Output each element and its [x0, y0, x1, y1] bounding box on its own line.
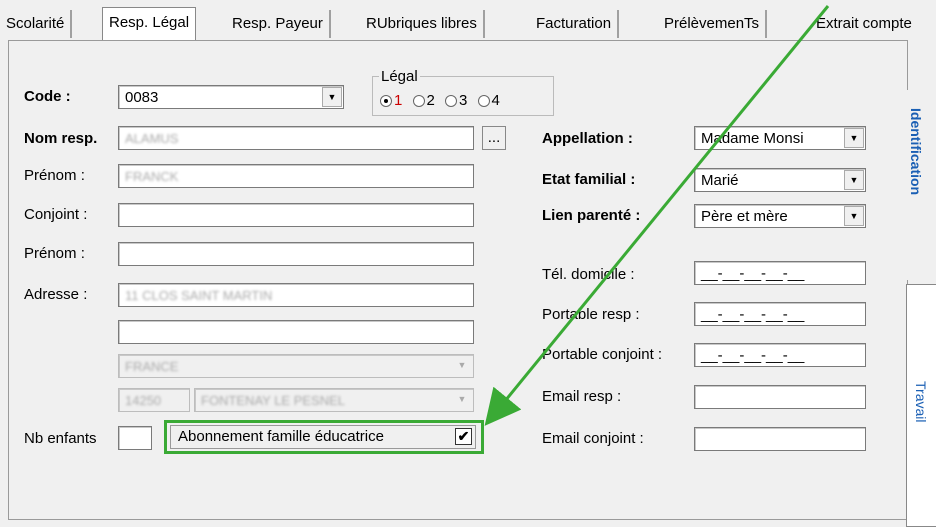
chevron-down-icon[interactable]: ▼: [844, 128, 864, 148]
legal-radio-4[interactable]: 4: [477, 92, 500, 109]
chevron-down-icon[interactable]: ▼: [844, 206, 864, 226]
browse-label: ...: [487, 129, 501, 146]
tel-domicile-label: Tél. domicile :: [542, 266, 635, 283]
side-tab-label: Identification: [908, 108, 924, 196]
adresse2-input[interactable]: [118, 320, 474, 344]
lien-parente-select[interactable]: Père et mère ▼: [694, 204, 866, 228]
tab-scolarite[interactable]: Scolarité: [0, 10, 73, 38]
code-value: 0083: [125, 89, 159, 106]
tab-label: RUbriques libres: [366, 15, 477, 32]
pays-select[interactable]: FRANCE ▼: [118, 354, 474, 378]
side-tab-label: Travail: [913, 381, 929, 423]
checkmark-icon: ✔: [457, 428, 470, 444]
etat-familial-label: Etat familial :: [542, 171, 636, 188]
chevron-down-icon[interactable]: ▼: [322, 87, 342, 107]
email-conjoint-input[interactable]: [694, 427, 866, 451]
chevron-down-icon[interactable]: ▼: [844, 170, 864, 190]
radio-selected-icon: [380, 95, 392, 108]
browse-button[interactable]: ...: [482, 126, 506, 150]
radio-label: 1: [394, 92, 403, 109]
prenom-conjoint-input[interactable]: [118, 242, 474, 266]
portable-conjoint-label: Portable conjoint :: [542, 346, 663, 363]
radio-label: 4: [491, 92, 500, 109]
adresse1-input[interactable]: 11 CLOS SAINT MARTIN: [118, 283, 474, 307]
tab-resp-legal[interactable]: Resp. Légal: [102, 7, 197, 40]
chevron-down-icon[interactable]: ▼: [452, 390, 472, 410]
lien-parente-label: Lien parenté :: [542, 207, 641, 224]
tab-rubriques-libres[interactable]: RUbriques libres: [360, 10, 485, 38]
conjoint-input[interactable]: [118, 203, 474, 227]
radio-label: 2: [426, 92, 435, 109]
code-select[interactable]: 0083 ▼: [118, 85, 344, 109]
tab-label: Resp. Payeur: [232, 15, 323, 32]
tab-facturation[interactable]: Facturation: [530, 10, 620, 38]
prenom-value: FRANCK: [125, 169, 179, 184]
adresse1-value: 11 CLOS SAINT MARTIN: [125, 288, 273, 303]
abonnement-label: Abonnement famille éducatrice: [178, 428, 384, 445]
nb-enfants-label: Nb enfants: [24, 430, 97, 447]
ville-select[interactable]: FONTENAY LE PESNEL ▼: [194, 388, 474, 412]
legal-radio-3[interactable]: 3: [445, 92, 467, 109]
pays-value: FRANCE: [125, 359, 179, 374]
cp-input[interactable]: 14250: [118, 388, 190, 412]
nb-enfants-input[interactable]: [118, 426, 152, 450]
tab-label: Resp. Légal: [109, 14, 190, 31]
appellation-value: Madame Monsi: [701, 130, 804, 147]
legal-legend: Légal: [381, 68, 418, 85]
nom-resp-input[interactable]: ALAMUS: [118, 126, 474, 150]
radio-icon: [477, 95, 490, 108]
cp-value: 14250: [125, 393, 162, 408]
appellation-select[interactable]: Madame Monsi ▼: [694, 126, 866, 150]
prenom-label: Prénom :: [24, 167, 85, 184]
nom-resp-label: Nom resp.: [24, 130, 98, 147]
legal-radio-2[interactable]: 2: [412, 92, 435, 109]
abonnement-checkbox[interactable]: ✔: [455, 428, 472, 445]
prenom-input[interactable]: FRANCK: [118, 164, 474, 188]
tab-label: Extrait compte: [816, 15, 912, 32]
etat-familial-value: Marié: [701, 172, 739, 189]
email-resp-label: Email resp :: [542, 388, 622, 405]
code-label: Code :: [24, 88, 71, 105]
portable-conjoint-value: __-__-__-__-__: [701, 347, 805, 364]
side-tab-identification[interactable]: Identification: [900, 90, 936, 280]
tab-prelevements[interactable]: PrélèvemenTs: [658, 10, 768, 38]
adresse-label: Adresse :: [24, 286, 88, 303]
portable-resp-label: Portable resp :: [542, 306, 640, 323]
tab-resp-payeur[interactable]: Resp. Payeur: [226, 10, 331, 38]
conjoint-label: Conjoint :: [24, 206, 88, 223]
tab-extrait-compte[interactable]: Extrait compte: [810, 10, 918, 38]
portable-conjoint-input[interactable]: __-__-__-__-__: [694, 343, 866, 367]
tab-bar: Scolarité Resp. Légal Resp. Payeur RUbri…: [0, 0, 936, 40]
radio-icon: [445, 95, 458, 108]
lien-parente-value: Père et mère: [701, 208, 788, 225]
radio-label: 3: [459, 92, 468, 109]
etat-familial-select[interactable]: Marié ▼: [694, 168, 866, 192]
ville-value: FONTENAY LE PESNEL: [201, 393, 346, 408]
chevron-down-icon[interactable]: ▼: [452, 356, 472, 376]
radio-icon: [412, 95, 425, 108]
tab-label: PrélèvemenTs: [664, 15, 760, 32]
email-conjoint-label: Email conjoint :: [542, 430, 644, 447]
legal-radio-1[interactable]: 1: [380, 92, 402, 109]
portable-resp-input[interactable]: __-__-__-__-__: [694, 302, 866, 326]
legal-radio-group: 1 2 3 4: [380, 92, 500, 109]
side-tab-travail[interactable]: Travail: [906, 284, 936, 527]
tab-label: Facturation: [536, 15, 612, 32]
email-resp-input[interactable]: [694, 385, 866, 409]
prenom2-label: Prénom :: [24, 245, 85, 262]
portable-resp-value: __-__-__-__-__: [701, 306, 805, 323]
tab-label: Scolarité: [6, 15, 65, 32]
tel-domicile-input[interactable]: __-__-__-__-__: [694, 261, 866, 285]
nom-resp-value: ALAMUS: [125, 131, 179, 146]
tel-domicile-value: __-__-__-__-__: [701, 265, 805, 282]
appellation-label: Appellation :: [542, 130, 633, 147]
